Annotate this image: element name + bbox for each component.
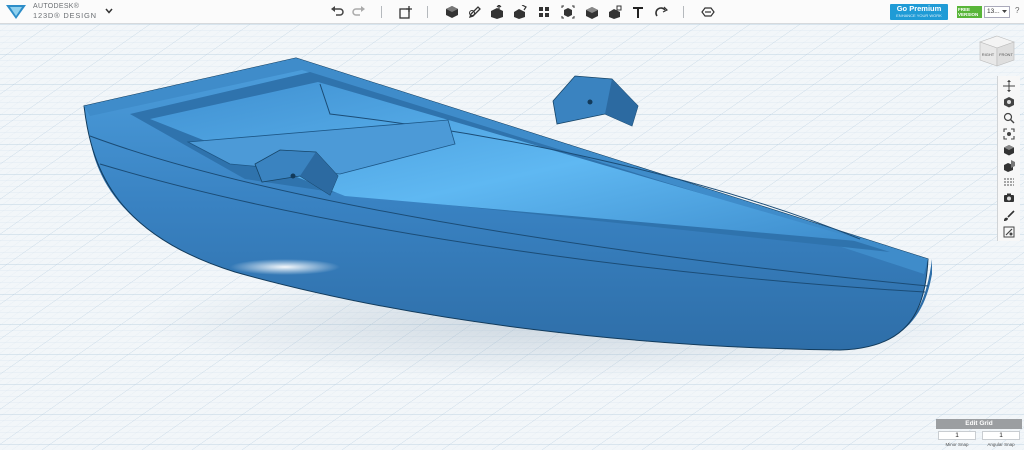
specular-highlight xyxy=(230,259,340,275)
material-icon xyxy=(701,7,715,17)
grid-settings-icon xyxy=(1003,226,1015,238)
brand-line-2: 123D® DESIGN xyxy=(33,11,97,20)
toolbar-separator xyxy=(683,6,684,18)
undo-button[interactable] xyxy=(329,4,345,20)
construct-icon xyxy=(491,5,503,19)
viewcube-right-face-label: RIGHT xyxy=(982,52,995,57)
materials-button[interactable] xyxy=(1001,175,1017,189)
zoom-button[interactable] xyxy=(1001,111,1017,125)
pencil-icon xyxy=(468,6,481,19)
pan-button[interactable] xyxy=(1001,79,1017,93)
fit-icon xyxy=(1003,128,1015,140)
combine-icon xyxy=(586,7,598,19)
magnet-icon xyxy=(655,6,668,17)
chevron-down-icon xyxy=(1002,10,1007,13)
zoom-icon xyxy=(1003,112,1015,124)
modify-icon xyxy=(514,5,527,19)
angle-snap-label: Angular Snap xyxy=(987,442,1015,447)
view-cube[interactable]: RIGHT FRONT xyxy=(978,34,1016,68)
pan-icon xyxy=(1003,80,1015,92)
combine-button[interactable] xyxy=(584,4,600,20)
orbit-icon xyxy=(1004,97,1014,108)
grid-settings-button[interactable] xyxy=(1001,225,1017,239)
cube-icon xyxy=(446,6,458,18)
3d-viewport[interactable] xyxy=(0,24,1024,450)
app-logo-icon[interactable] xyxy=(6,3,26,20)
text-icon xyxy=(633,7,643,18)
edit-grid-panel: Edit Grid 1 1 Minor Snap Angular Snap xyxy=(936,419,1022,450)
snap-button[interactable] xyxy=(653,4,669,20)
orbit-button[interactable] xyxy=(1001,95,1017,109)
user-label: 13... xyxy=(987,8,1000,15)
free-version-badge: FREE VERSION xyxy=(957,6,982,18)
transform-button[interactable] xyxy=(398,4,414,20)
measure-button[interactable] xyxy=(607,4,623,20)
redo-icon xyxy=(352,6,365,16)
minor-snap-label: Minor Snap xyxy=(945,442,969,447)
visibility-icon xyxy=(1004,160,1015,172)
camera-icon xyxy=(1004,193,1014,202)
top-toolbar: AUTODESK® 123D® DESIGN Go Premium ENHANC… xyxy=(0,0,1024,24)
construct-button[interactable] xyxy=(489,4,505,20)
user-account-dropdown[interactable]: 13... xyxy=(984,6,1010,18)
premium-sublabel: ENHANCE YOUR WORK xyxy=(896,13,942,18)
angle-snap-field[interactable]: 1 xyxy=(982,431,1020,440)
screenshot-button[interactable] xyxy=(1001,191,1017,205)
material-button[interactable] xyxy=(700,4,716,20)
brand-line-1: AUTODESK® xyxy=(33,3,80,10)
pattern-button[interactable] xyxy=(536,4,552,20)
navigation-toolbar xyxy=(997,76,1020,241)
paint-button[interactable] xyxy=(1001,209,1017,223)
modify-button[interactable] xyxy=(512,4,528,20)
primitives-button[interactable] xyxy=(444,4,460,20)
visibility-button[interactable] xyxy=(1001,159,1017,173)
go-premium-button[interactable]: Go Premium ENHANCE YOUR WORK xyxy=(890,4,948,20)
transform-icon xyxy=(399,6,412,19)
views-button[interactable] xyxy=(1001,143,1017,157)
help-button[interactable]: ? xyxy=(1015,6,1019,15)
redo-button[interactable] xyxy=(351,4,367,20)
premium-label: Go Premium xyxy=(896,4,942,13)
undo-icon xyxy=(331,6,344,16)
fit-view-button[interactable] xyxy=(1001,127,1017,141)
sketch-button[interactable] xyxy=(467,4,483,20)
edit-grid-button[interactable]: Edit Grid xyxy=(936,419,1022,429)
viewcube-front-face-label: FRONT xyxy=(999,52,1013,57)
text-button[interactable] xyxy=(630,4,646,20)
toolbar-separator xyxy=(427,6,428,18)
group-icon xyxy=(561,5,575,19)
app-menu-chevron-down-icon[interactable] xyxy=(104,6,114,16)
paint-brush-icon xyxy=(1004,210,1015,221)
minor-snap-field[interactable]: 1 xyxy=(938,431,976,440)
materials-icon xyxy=(1004,178,1014,186)
toolbar-separator xyxy=(381,6,382,18)
box-view-icon xyxy=(1004,145,1014,156)
app-brand: AUTODESK® 123D® DESIGN xyxy=(33,3,97,20)
grouping-button[interactable] xyxy=(560,4,576,20)
pattern-icon xyxy=(539,7,549,17)
measure-icon xyxy=(609,5,622,19)
